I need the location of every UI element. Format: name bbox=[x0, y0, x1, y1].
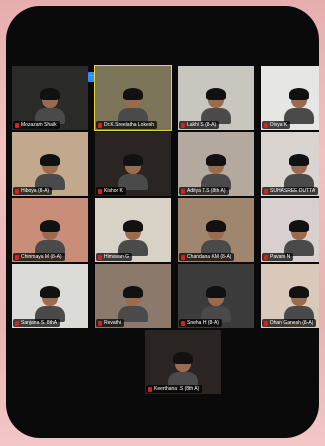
participant-tile[interactable]: Lakhi S (8-A) bbox=[178, 66, 254, 130]
participant-tile[interactable]: Dr.K.Sreelatha Lokesh bbox=[94, 65, 172, 131]
muted-mic-icon bbox=[181, 122, 185, 128]
participant-tile[interactable]: Sneha H (8-A) bbox=[178, 264, 254, 328]
participant-name-label: Dhan Ganesh (8-A) bbox=[262, 319, 317, 327]
participant-name-label: Revathi bbox=[96, 319, 124, 327]
participant-name: Sanjana S. 8thA bbox=[21, 320, 58, 326]
participant-tile[interactable]: Kishor K bbox=[95, 132, 171, 196]
muted-mic-icon bbox=[264, 188, 268, 194]
muted-mic-icon bbox=[181, 188, 185, 194]
participant-tile[interactable]: Keerthana .S (8th A) bbox=[145, 330, 221, 394]
muted-mic-icon bbox=[98, 254, 102, 260]
participant-figure bbox=[284, 220, 314, 256]
muted-mic-icon bbox=[148, 386, 152, 392]
muted-mic-icon bbox=[264, 320, 268, 326]
participant-name: Himavan G bbox=[104, 254, 130, 260]
participant-figure bbox=[201, 286, 231, 322]
meeting-screen: Ask to Unmute ··· Mozazam ShaikDr.K.Sree… bbox=[6, 6, 319, 438]
participant-name: Mozazam Shaik bbox=[21, 122, 57, 128]
muted-mic-icon bbox=[181, 254, 185, 260]
participant-name: Chinmaya M (8-A) bbox=[21, 254, 62, 260]
participant-figure bbox=[284, 88, 314, 124]
participant-name: Dhan Ganesh (8-A) bbox=[270, 320, 314, 326]
participant-figure bbox=[284, 154, 314, 190]
participant-name-label: Sanjana S. 8thA bbox=[13, 319, 61, 327]
participant-name: Pavani N bbox=[270, 254, 291, 260]
participant-tile[interactable]: Revathi bbox=[95, 264, 171, 328]
participant-name: Hiboya (8-A) bbox=[21, 188, 50, 194]
participant-name: Aditya T.S (8th A) bbox=[187, 188, 226, 194]
participant-figure bbox=[201, 154, 231, 190]
muted-mic-icon bbox=[15, 254, 19, 260]
participant-name-label: Lakhi S (8-A) bbox=[179, 121, 220, 129]
participant-figure bbox=[35, 220, 65, 256]
participant-name-label: Aditya T.S (8th A) bbox=[179, 187, 229, 195]
participant-name-label: Chinmaya M (8-A) bbox=[13, 253, 65, 261]
participant-tile[interactable]: Chandana KM (8-A) bbox=[178, 198, 254, 262]
participant-name-label: Sneha H (8-A) bbox=[179, 319, 222, 327]
participant-name-label: SUHASREE DUTTA bbox=[262, 187, 319, 195]
participant-tile[interactable]: Hiboya (8-A) bbox=[12, 132, 88, 196]
participant-name: Kishor K bbox=[104, 188, 123, 194]
muted-mic-icon bbox=[98, 122, 102, 128]
muted-mic-icon bbox=[98, 320, 102, 326]
participant-name: Sneha H (8-A) bbox=[187, 320, 219, 326]
participant-name-label: Himavan G bbox=[96, 253, 133, 261]
participant-figure bbox=[35, 88, 65, 124]
muted-mic-icon bbox=[15, 320, 19, 326]
participant-figure bbox=[201, 88, 231, 124]
participant-name-label: Kishor K bbox=[96, 187, 126, 195]
muted-mic-icon bbox=[264, 254, 268, 260]
participant-name: SUHASREE DUTTA bbox=[270, 188, 316, 194]
participant-name-label: Pavani N bbox=[262, 253, 294, 261]
participant-name: Lakhi S (8-A) bbox=[187, 122, 217, 128]
participant-tile[interactable]: Himavan G bbox=[95, 198, 171, 262]
participant-figure bbox=[284, 286, 314, 322]
participant-tile[interactable]: Divya K bbox=[261, 66, 319, 130]
participant-figure bbox=[118, 154, 148, 190]
participant-name-label: Chandana KM (8-A) bbox=[179, 253, 235, 261]
participant-name: Divya K bbox=[270, 122, 288, 128]
participant-name: Dr.K.Sreelatha Lokesh bbox=[104, 122, 155, 128]
participant-figure bbox=[201, 220, 231, 256]
participant-figure bbox=[118, 88, 148, 124]
participant-tile[interactable]: Chinmaya M (8-A) bbox=[12, 198, 88, 262]
participant-tile[interactable]: Aditya T.S (8th A) bbox=[178, 132, 254, 196]
participant-name-label: Dr.K.Sreelatha Lokesh bbox=[96, 121, 158, 129]
muted-mic-icon bbox=[15, 188, 19, 194]
participant-figure bbox=[35, 154, 65, 190]
muted-mic-icon bbox=[181, 320, 185, 326]
participant-figure bbox=[168, 352, 198, 388]
participant-name: Revathi bbox=[104, 320, 121, 326]
participant-name-label: Keerthana .S (8th A) bbox=[146, 385, 203, 393]
participant-tile[interactable]: SUHASREE DUTTA bbox=[261, 132, 319, 196]
participant-name: Keerthana .S (8th A) bbox=[154, 386, 200, 392]
participant-name: Chandana KM (8-A) bbox=[187, 254, 232, 260]
muted-mic-icon bbox=[264, 122, 268, 128]
participant-name-label: Mozazam Shaik bbox=[13, 121, 60, 129]
participant-tile[interactable]: Pavani N bbox=[261, 198, 319, 262]
participant-tile[interactable]: Mozazam Shaik bbox=[12, 66, 88, 130]
muted-mic-icon bbox=[15, 122, 19, 128]
participant-tile[interactable]: Dhan Ganesh (8-A) bbox=[261, 264, 319, 328]
participant-figure bbox=[35, 286, 65, 322]
participant-figure bbox=[118, 286, 148, 322]
participant-name-label: Hiboya (8-A) bbox=[13, 187, 53, 195]
participant-name-label: Divya K bbox=[262, 121, 291, 129]
participant-tile[interactable]: Sanjana S. 8thA bbox=[12, 264, 88, 328]
muted-mic-icon bbox=[98, 188, 102, 194]
participant-figure bbox=[118, 220, 148, 256]
